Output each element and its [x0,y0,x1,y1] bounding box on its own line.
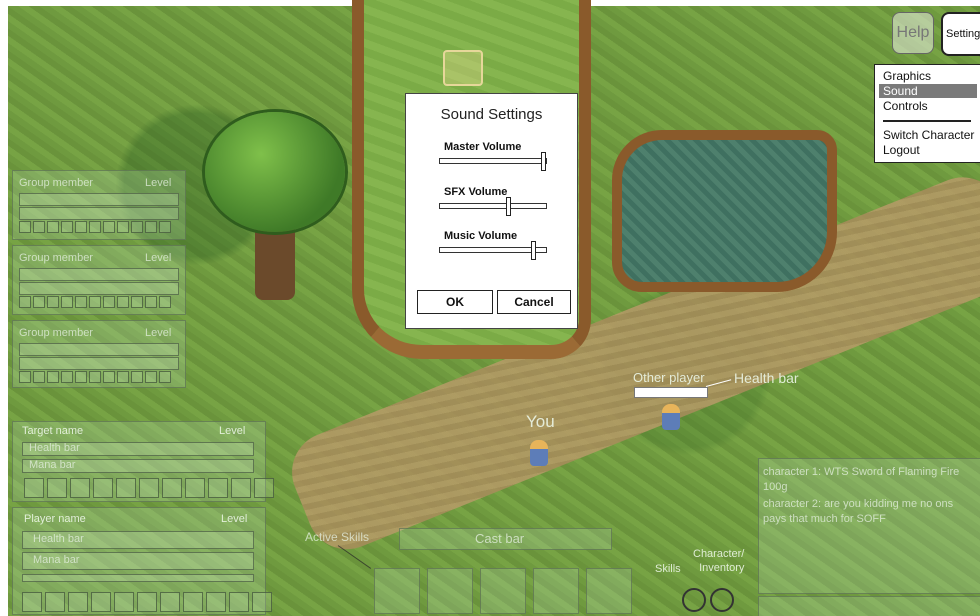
party-name: Group member [19,327,93,339]
chat-line-2: character 2: are you kidding me no ons p… [763,498,954,525]
player-mana-bar: Mana bar [22,552,254,570]
settings-label: Settings [946,28,980,40]
menu-item-sound[interactable]: Sound [883,84,918,98]
sfx-volume-slider[interactable] [439,197,547,216]
master-volume-thumb[interactable] [541,152,546,171]
ok-button[interactable]: OK [417,290,493,314]
chat-window[interactable]: character 1: WTS Sword of Flaming Fire 1… [758,458,980,594]
party-name: Group member [19,252,93,264]
music-volume-label: Music Volume [444,230,518,242]
party-mana-bar [19,207,179,220]
character-inventory-button[interactable] [710,588,734,612]
player-level: Level [221,513,248,525]
other-player-character[interactable] [662,404,680,430]
chat-input[interactable] [758,596,980,616]
other-player-label: Other player [633,370,705,385]
party-buff-slots [19,371,171,383]
skills-button[interactable] [682,588,706,612]
master-volume-slider[interactable] [439,152,547,171]
party-name: Group member [19,177,93,189]
skill-slot-3[interactable] [480,568,526,614]
party-member-panel-2[interactable]: Group member Level [12,245,186,315]
health-bar-callout: Health bar [734,370,799,386]
skill-slot-4[interactable] [533,568,579,614]
sound-settings-dialog: Sound Settings Master Volume SFX Volume … [405,93,578,329]
party-mana-bar [19,357,179,370]
pond [612,130,837,292]
target-name: Target name [22,425,84,437]
you-label: You [526,412,555,431]
sfx-volume-thumb[interactable] [506,197,511,216]
player-buff-slots [22,592,272,612]
party-mana-bar [19,282,179,295]
menu-item-logout[interactable]: Logout [883,143,920,157]
target-panel[interactable]: Target name Level Health bar Mana bar [12,421,274,502]
party-level: Level [145,177,172,189]
game-viewport[interactable]: You Other player Health bar Group member… [0,0,980,616]
target-mana-bar: Mana bar [22,459,254,473]
skill-slot-5[interactable] [586,568,632,614]
party-level: Level [145,327,172,339]
menu-item-graphics[interactable]: Graphics [883,69,931,83]
master-volume-label: Master Volume [444,141,522,153]
target-buff-slots [24,478,274,498]
party-buff-slots [19,296,171,308]
music-volume-thumb[interactable] [531,241,536,260]
active-skills-label: Active Skills [305,530,370,544]
player-xp-bar [22,574,254,582]
help-button[interactable]: Help [892,12,934,54]
player-health-label: Health bar [33,533,84,545]
player-mana-label: Mana bar [33,554,80,566]
target-health-bar: Health bar [22,442,254,456]
cast-bar-label: Cast bar [475,531,525,546]
you-character[interactable] [530,440,548,466]
party-buff-slots [19,221,171,233]
party-health-bar [19,343,179,356]
target-health-label: Health bar [29,442,80,454]
character-inventory-label: Character/ Inventory [693,548,745,574]
party-level: Level [145,252,172,264]
menu-item-controls[interactable]: Controls [883,99,928,113]
skills-label: Skills [655,563,681,575]
menu-item-switch-character[interactable]: Switch Character [883,128,974,142]
target-mana-label: Mana bar [29,459,76,471]
cast-bar: Cast bar [399,528,612,550]
help-label: Help [896,24,930,41]
party-health-bar [19,268,179,281]
tree-trunk [255,220,295,300]
sfx-volume-label: SFX Volume [444,186,508,198]
cancel-button[interactable]: Cancel [497,290,571,314]
settings-menu: Graphics Sound Controls Switch Character… [874,64,980,163]
party-health-bar [19,193,179,206]
target-level: Level [219,425,246,437]
treasure-chest[interactable] [443,50,483,86]
menu-divider [883,120,971,122]
settings-button[interactable]: Settings [941,12,980,56]
other-player-health-bar [634,387,708,398]
dialog-title: Sound Settings [440,106,543,123]
chat-line-1: character 1: WTS Sword of Flaming Fire 1… [763,466,960,493]
music-volume-slider[interactable] [439,241,547,260]
party-member-panel-1[interactable]: Group member Level [12,170,186,240]
tree [205,112,345,232]
player-panel[interactable]: Player name Level Health bar Mana bar [12,507,272,615]
party-member-panel-3[interactable]: Group member Level [12,320,186,388]
player-health-bar: Health bar [22,531,254,549]
frame-left [0,0,8,616]
skill-slot-1[interactable] [374,568,420,614]
player-name: Player name [24,513,86,525]
skill-slot-2[interactable] [427,568,473,614]
